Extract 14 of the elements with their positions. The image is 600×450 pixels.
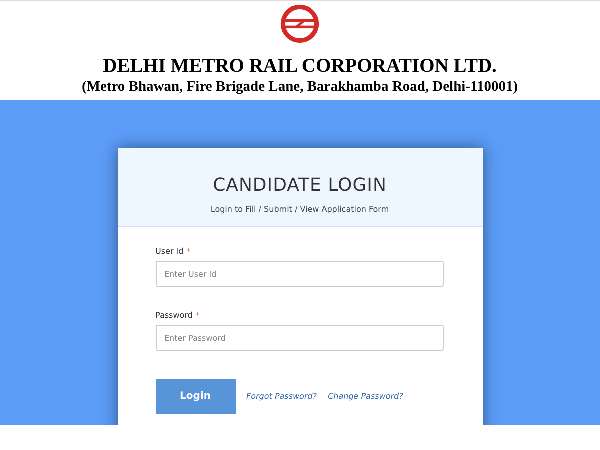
login-button[interactable]: Login (156, 379, 236, 414)
organization-name: DELHI METRO RAIL CORPORATION LTD. (103, 56, 497, 78)
link[interactable]: Change Password? (328, 392, 404, 401)
organization-address: (Metro Bhawan, Fire Brigade Lane, Barakhamba Road, Delhi-110001) (82, 78, 518, 96)
required-mark: * (186, 247, 191, 256)
input-field[interactable]: Enter Password (156, 325, 444, 351)
input-field[interactable]: Enter User Id (156, 261, 444, 287)
field-label: Password (156, 311, 193, 320)
card-title: CANDIDATE LOGIN (213, 175, 387, 196)
required-mark: * (196, 311, 200, 320)
link[interactable]: Forgot Password? (246, 392, 318, 401)
logo-icon (280, 4, 320, 44)
card-subtitle: Login to Fill / Submit / View Application Form (210, 205, 390, 214)
field-label: User Id (156, 247, 184, 256)
